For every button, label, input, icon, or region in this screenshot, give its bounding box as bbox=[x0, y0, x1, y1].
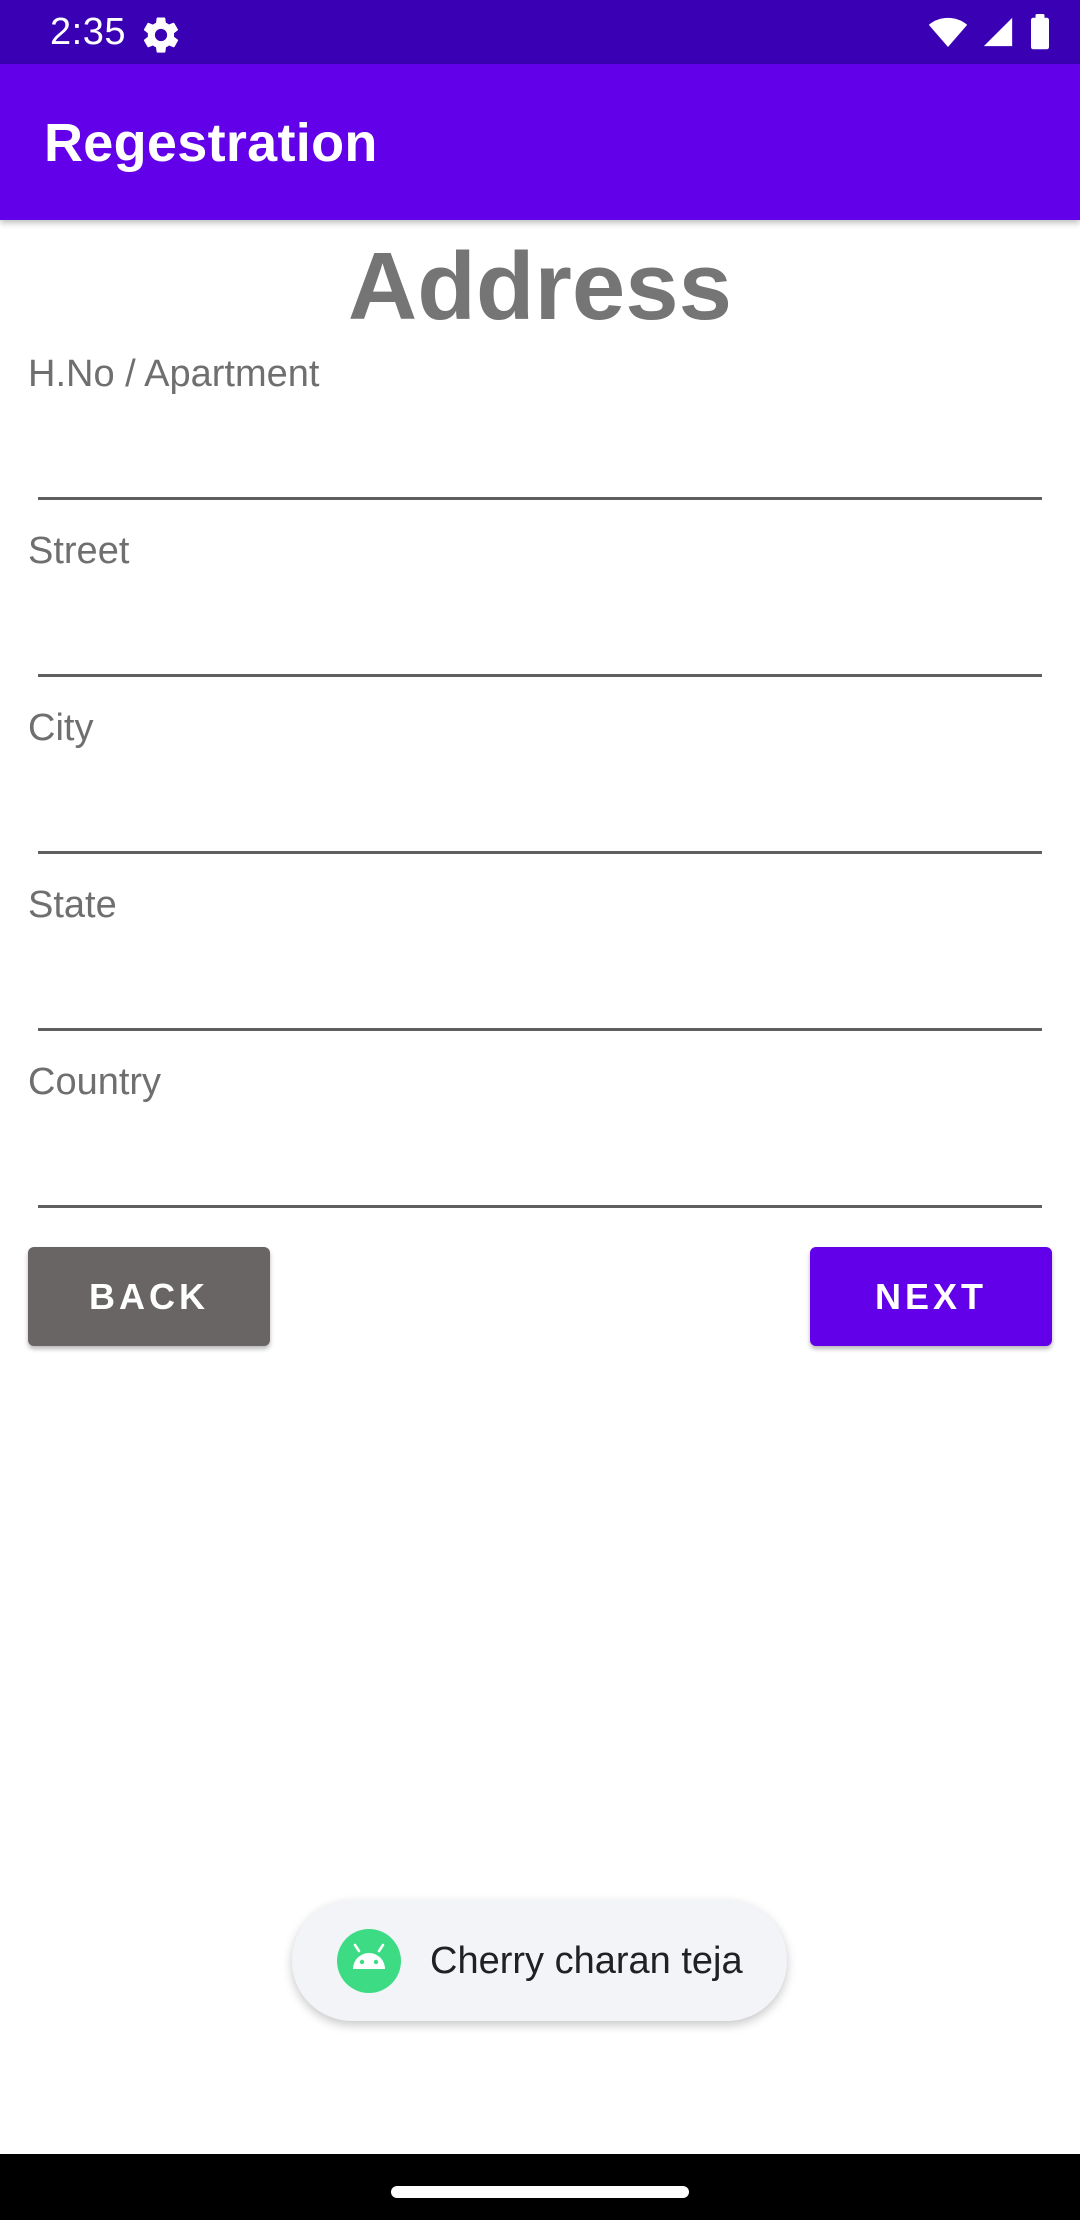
country-underline bbox=[38, 1205, 1042, 1208]
city-label: City bbox=[28, 707, 94, 749]
next-button[interactable]: NEXT bbox=[810, 1247, 1052, 1346]
state-label: State bbox=[28, 884, 117, 926]
toast-message: Cherry charan teja bbox=[430, 1940, 743, 1982]
apartment-label: H.No / Apartment bbox=[28, 353, 320, 395]
status-icons bbox=[928, 14, 1052, 50]
street-input[interactable] bbox=[38, 604, 1042, 664]
wifi-icon bbox=[928, 17, 968, 47]
state-underline bbox=[38, 1028, 1042, 1031]
signal-icon bbox=[983, 17, 1013, 47]
app-bar: Regestration bbox=[0, 64, 1080, 220]
status-bar: 2:35 bbox=[0, 0, 1080, 64]
street-underline bbox=[38, 674, 1042, 677]
field-state: State bbox=[0, 882, 1080, 1052]
android-icon bbox=[337, 1929, 401, 1993]
city-underline bbox=[38, 851, 1042, 854]
gear-icon bbox=[143, 17, 179, 53]
back-button[interactable]: BACK bbox=[28, 1247, 270, 1346]
apartment-underline bbox=[38, 497, 1042, 500]
city-input[interactable] bbox=[38, 781, 1042, 841]
status-time: 2:35 bbox=[50, 11, 126, 53]
field-city: City bbox=[0, 705, 1080, 875]
apartment-input[interactable] bbox=[38, 427, 1042, 487]
battery-icon bbox=[1031, 14, 1049, 50]
toast: Cherry charan teja bbox=[292, 1900, 787, 2021]
app-title: Regestration bbox=[44, 113, 378, 173]
field-street: Street bbox=[0, 528, 1080, 698]
field-country: Country bbox=[0, 1059, 1080, 1229]
country-label: Country bbox=[28, 1061, 162, 1103]
country-input[interactable] bbox=[38, 1135, 1042, 1195]
street-label: Street bbox=[28, 530, 130, 572]
page-heading: Address bbox=[347, 233, 733, 340]
state-input[interactable] bbox=[38, 958, 1042, 1018]
home-gesture-handle[interactable] bbox=[391, 2186, 689, 2198]
field-apartment: H.No / Apartment bbox=[0, 351, 1080, 521]
